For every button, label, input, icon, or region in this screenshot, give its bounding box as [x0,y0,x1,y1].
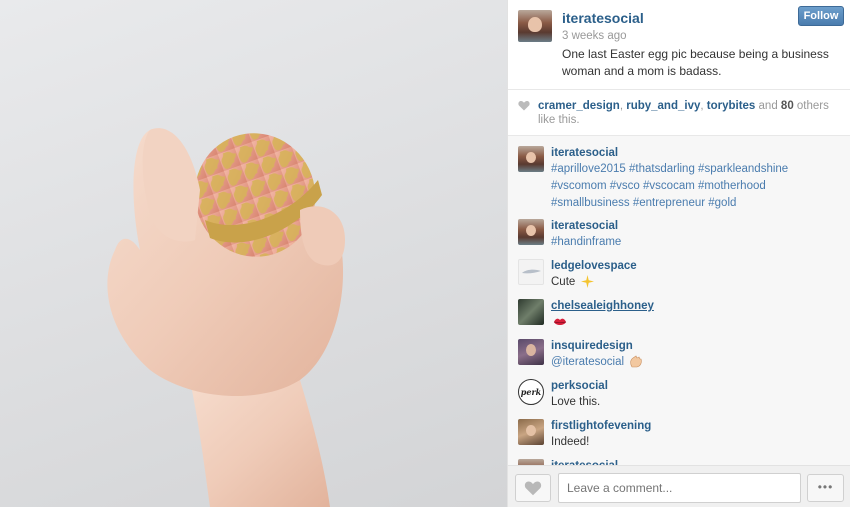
like-button[interactable] [515,474,551,502]
post-details-panel: iteratesocial 3 weeks ago One last Easte… [507,0,850,507]
post-header: iteratesocial 3 weeks ago One last Easte… [508,0,850,90]
comment-text: Indeed! [551,436,590,448]
commenter-username[interactable]: insquiredesign [551,339,836,354]
comment-input[interactable] [558,473,801,503]
heart-icon [524,481,542,496]
likes-count[interactable]: 80 [781,100,794,112]
heart-icon [518,101,530,111]
follow-button[interactable]: Follow [798,6,844,26]
liker-link[interactable]: cramer_design [538,100,620,112]
author-username[interactable]: iteratesocial [562,10,644,26]
commenter-username[interactable]: perksocial [551,379,836,394]
clapping-hands-emoji-icon [630,356,642,368]
likes-and-text: and [755,100,781,112]
commenter-username[interactable]: iteratesocial [551,219,836,234]
comment-item: insquiredesign @iteratesocial [518,339,838,368]
commenter-avatar[interactable] [518,419,544,445]
commenter-avatar[interactable] [518,219,544,245]
commenter-avatar[interactable] [518,259,544,285]
hand-holding-egg-image [107,128,345,507]
comment-text-line: Cute [551,274,836,291]
sparkle-emoji-icon [580,275,594,289]
commenter-username[interactable]: chelsealeighhoney [551,299,836,314]
commenter-username[interactable]: firstlightofevening [551,419,836,434]
more-options-button[interactable]: ••• [807,474,844,502]
author-avatar[interactable] [518,10,552,42]
comment-footer: ••• [508,465,850,507]
commenter-avatar[interactable]: perk [518,379,544,405]
commenter-username[interactable]: iteratesocial [551,146,836,161]
comment-item: firstlightofevening Indeed! [518,419,838,448]
comment-text: Cute [551,276,576,288]
commenter-avatar[interactable] [518,146,544,172]
comments-list[interactable]: iteratesocial #aprillove2015 #thatsdarli… [508,136,850,465]
commenter-avatar[interactable] [518,299,544,325]
comment-text-line [551,314,836,331]
comment-text: #aprillove2015 #thatsdarling #sparkleand… [551,163,789,209]
liker-link[interactable]: torybites [707,100,756,112]
likes-summary: cramer_design, ruby_and_ivy, torybites a… [508,90,850,136]
comment-text: Love this. [551,396,601,408]
perk-logo: perk [520,387,542,397]
comment-text-line: @iteratesocial [551,354,836,371]
comment-item: iteratesocial #aprillove2015 #thatsdarli… [518,146,838,209]
post-caption: One last Easter egg pic because being a … [562,47,829,78]
kiss-lips-emoji-icon [553,318,567,325]
liker-link[interactable]: ruby_and_ivy [626,100,700,112]
comment-text: #handinframe [551,236,622,248]
comment-item: iteratesocial #handinframe [518,219,838,248]
commenter-username[interactable]: ledgelovespace [551,259,836,274]
post-timestamp[interactable]: 3 weeks ago [562,30,627,42]
post-photo[interactable] [0,0,507,507]
commenter-avatar[interactable] [518,339,544,365]
comment-mention[interactable]: @iteratesocial [551,356,624,368]
feather-icon [522,269,541,274]
